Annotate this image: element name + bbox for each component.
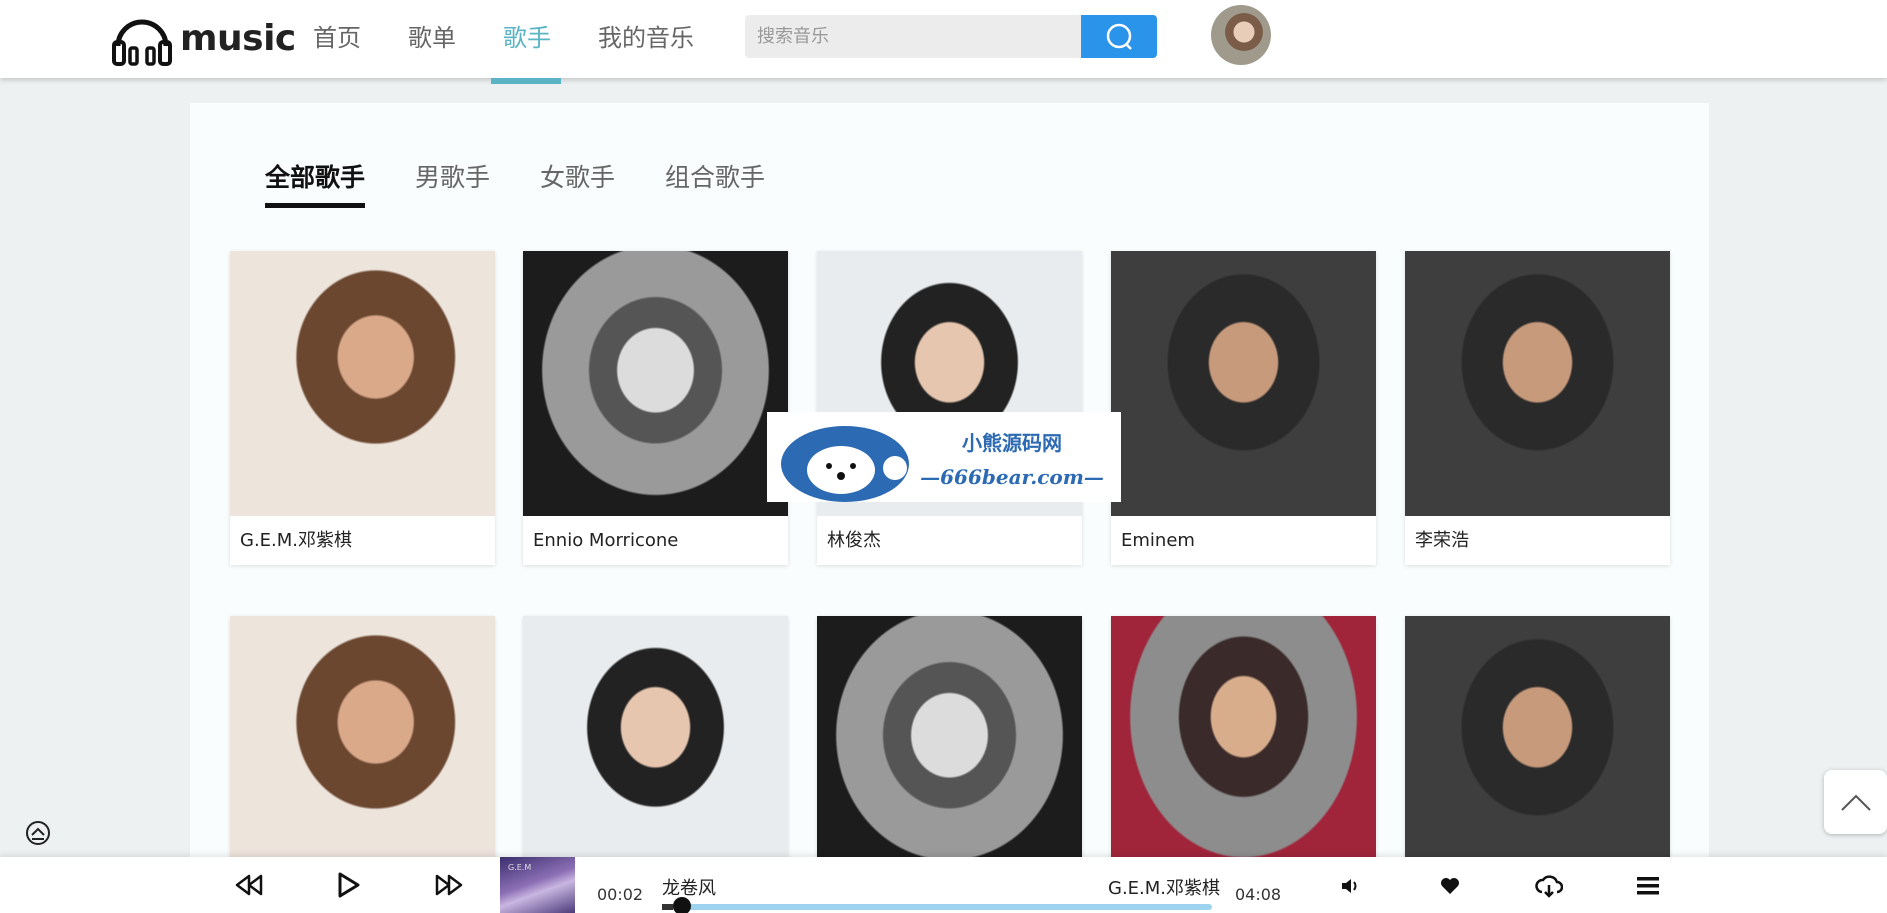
logo[interactable]: music: [110, 8, 296, 68]
music-player-bar: G.E.M 00:02 龙卷风 G.E.M.邓紫棋 04:08: [0, 857, 1887, 913]
next-icon: [435, 874, 463, 896]
menu-icon: [1637, 877, 1659, 895]
progress-bar[interactable]: [662, 904, 1212, 910]
singer-name[interactable]: Ennio Morricone: [523, 516, 788, 565]
previous-button[interactable]: [235, 873, 265, 897]
total-time: 04:08: [1235, 885, 1282, 904]
singer-name[interactable]: 李荣浩: [1405, 516, 1670, 565]
download-button[interactable]: [1534, 873, 1564, 899]
singer-photo[interactable]: [523, 251, 788, 516]
song-artist: G.E.M.邓紫棋: [1108, 878, 1221, 899]
nav-active-indicator: [491, 78, 561, 84]
singer-photo[interactable]: [1405, 616, 1670, 881]
watermark-url: —666bear.com—: [920, 465, 1104, 489]
back-to-top-button[interactable]: [1824, 770, 1887, 834]
singer-card[interactable]: Eminem: [1111, 251, 1376, 565]
logo-text: music: [180, 17, 296, 59]
tab-all-singers[interactable]: 全部歌手: [265, 158, 365, 194]
tab-female-singers[interactable]: 女歌手: [540, 158, 615, 194]
singer-card[interactable]: Ennio Morricone: [523, 251, 788, 565]
album-caption: G.E.M: [508, 863, 532, 872]
singer-photo[interactable]: [1111, 251, 1376, 516]
nav-singers[interactable]: 歌手: [503, 18, 551, 53]
playlist-button[interactable]: [1636, 875, 1660, 897]
search-icon: [1106, 23, 1132, 50]
chevron-up-icon: [1840, 794, 1871, 811]
singer-photo[interactable]: [523, 616, 788, 881]
tab-active-indicator: [265, 203, 365, 208]
nav-playlists[interactable]: 歌单: [408, 18, 456, 53]
tab-group-singers[interactable]: 组合歌手: [665, 158, 765, 194]
watermark-title: 小熊源码网: [962, 431, 1062, 455]
play-icon: [338, 872, 360, 898]
singer-card[interactable]: 李荣浩: [1405, 251, 1670, 565]
headphones-icon: [112, 19, 172, 66]
previous-icon: [235, 874, 263, 896]
singer-photo[interactable]: [1405, 251, 1670, 516]
singer-photo[interactable]: [817, 616, 1082, 881]
volume-button[interactable]: [1338, 875, 1362, 897]
bear-logo-icon: 小熊源码网 —666bear.com—: [781, 426, 1104, 502]
tab-male-singers[interactable]: 男歌手: [415, 158, 490, 194]
singer-name[interactable]: 林俊杰: [817, 516, 1082, 565]
current-time: 00:02: [597, 885, 644, 904]
singer-name[interactable]: G.E.M.邓紫棋: [230, 516, 495, 565]
song-title: 龙卷风: [662, 878, 716, 899]
singer-name[interactable]: Eminem: [1111, 516, 1376, 565]
singer-panel: 全部歌手 男歌手 女歌手 组合歌手 G.E.M.邓紫棋 Ennio Morrico…: [190, 103, 1709, 913]
search-button[interactable]: [1081, 15, 1157, 58]
singer-photo[interactable]: [1111, 616, 1376, 881]
singer-photo[interactable]: [230, 251, 495, 516]
singer-photo[interactable]: [230, 616, 495, 881]
top-navbar: music 首页 歌单 歌手 我的音乐: [0, 0, 1887, 84]
next-button[interactable]: [433, 873, 463, 897]
cloud-download-icon: [1535, 875, 1563, 898]
search-input[interactable]: [745, 15, 1081, 58]
heart-icon: [1441, 878, 1459, 894]
user-avatar[interactable]: [1211, 5, 1271, 65]
progress-fill: [662, 904, 673, 910]
watermark: 小熊源码网 —666bear.com—: [767, 412, 1121, 502]
favorite-button[interactable]: [1438, 875, 1462, 897]
progress-handle[interactable]: [673, 897, 691, 913]
expand-player-icon[interactable]: [25, 820, 51, 846]
volume-icon: [1342, 879, 1357, 893]
singer-card[interactable]: G.E.M.邓紫棋: [230, 251, 495, 565]
nav-my-music[interactable]: 我的音乐: [598, 18, 694, 53]
search-box: [745, 15, 1157, 58]
singer-card[interactable]: 林俊杰: [817, 251, 1082, 565]
play-button[interactable]: [335, 871, 361, 899]
nav-home[interactable]: 首页: [313, 18, 361, 53]
album-cover[interactable]: G.E.M: [500, 857, 575, 913]
